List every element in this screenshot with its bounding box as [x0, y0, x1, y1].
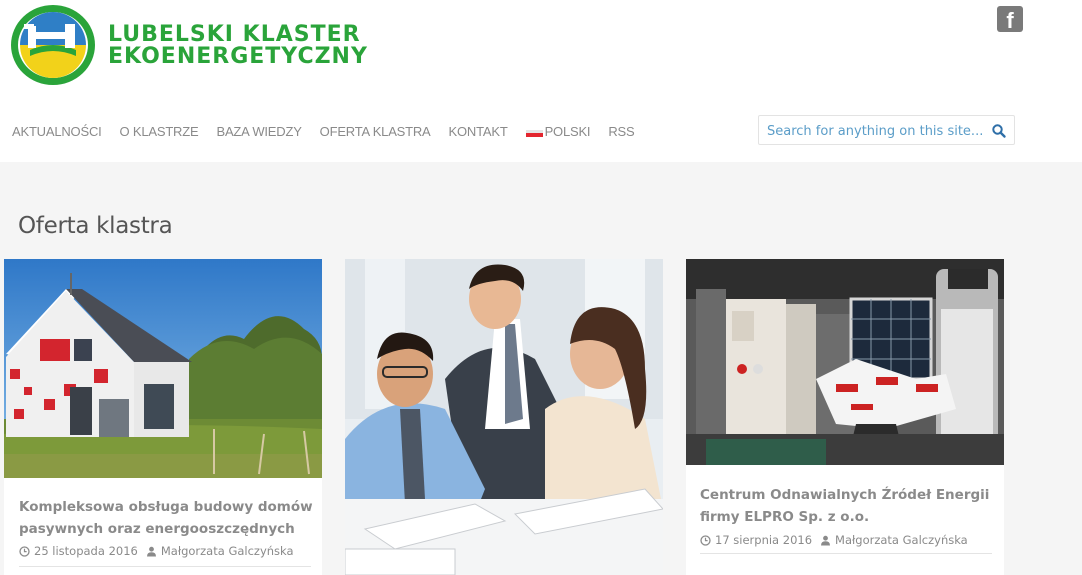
business-people-photo[interactable] — [345, 259, 663, 575]
post-meta: 25 listopada 2016 Małgorzata Galczyńska — [19, 544, 294, 558]
nav-item-o-klastrze[interactable]: O KLASTRZE — [120, 124, 199, 139]
post-title-line-1: Centrum Odnawialnych Źródeł Energii — [700, 487, 990, 503]
post-meta: 17 sierpnia 2016 Małgorzata Galczyńska — [700, 533, 968, 547]
post-card[interactable] — [345, 259, 663, 575]
nav-item-language[interactable]: POLSKI — [525, 123, 591, 139]
divider — [700, 553, 992, 554]
logo-wordmark: LUBELSKI KLASTER EKOENERGETYCZNY — [108, 24, 368, 68]
post-title-line-2: pasywnych oraz energooszczędnych — [19, 521, 295, 537]
page-title: Oferta klastra — [18, 213, 173, 239]
post-date: 25 listopada 2016 — [34, 544, 138, 558]
search-box — [758, 115, 1015, 145]
clock-icon — [700, 534, 711, 546]
post-title-line-1: Kompleksowa obsługa budowy domów — [19, 499, 313, 515]
post-card[interactable]: Kompleksowa obsługa budowy domów pasywny… — [4, 259, 322, 575]
poland-flag-icon — [525, 129, 543, 137]
user-icon — [821, 535, 831, 545]
user-icon — [146, 546, 156, 556]
house-photo[interactable] — [4, 259, 322, 478]
search-input[interactable] — [767, 122, 982, 140]
house-photo-illustration — [4, 259, 322, 478]
post-date: 17 sierpnia 2016 — [715, 533, 813, 547]
post-author[interactable]: Małgorzata Galczyńska — [835, 533, 968, 547]
nav-item-oferta-klastra[interactable]: OFERTA KLASTRA — [320, 124, 431, 139]
energy-equipment-photo[interactable] — [686, 259, 1004, 465]
site-header: LUBELSKI KLASTER EKOENERGETYCZNY f AKTUA… — [0, 0, 1082, 162]
business-people-illustration — [345, 259, 663, 575]
divider — [19, 566, 311, 567]
clock-icon — [19, 545, 30, 557]
facebook-glyph: f — [1006, 8, 1014, 32]
post-title[interactable]: Kompleksowa obsługa budowy domów pasywny… — [19, 496, 319, 540]
logo-emblem-icon — [11, 5, 95, 85]
nav-item-baza-wiedzy[interactable]: BAZA WIEDZY — [216, 124, 301, 139]
search-icon[interactable] — [991, 123, 1007, 139]
nav-item-language-label: POLSKI — [544, 123, 591, 139]
post-card[interactable]: Centrum Odnawialnych Źródeł Energii firm… — [686, 259, 1004, 575]
energy-equipment-illustration — [686, 259, 1004, 465]
post-title-line-2: firmy ELPRO Sp. z o.o. — [700, 509, 870, 525]
post-author[interactable]: Małgorzata Galczyńska — [161, 544, 294, 558]
nav-item-aktualnosci[interactable]: AKTUALNOŚCI — [12, 124, 102, 139]
nav-item-kontakt[interactable]: KONTAKT — [449, 124, 508, 139]
post-title[interactable]: Centrum Odnawialnych Źródeł Energii firm… — [700, 484, 1000, 528]
logo-line-2: EKOENERGETYCZNY — [108, 44, 368, 69]
facebook-icon[interactable]: f — [997, 6, 1023, 32]
nav-item-rss[interactable]: RSS — [608, 124, 634, 139]
logo-line-1: LUBELSKI KLASTER — [108, 22, 361, 47]
site-logo[interactable]: LUBELSKI KLASTER EKOENERGETYCZNY — [10, 4, 370, 86]
main-navigation: AKTUALNOŚCI O KLASTRZE BAZA WIEDZY OFERT… — [12, 122, 653, 140]
